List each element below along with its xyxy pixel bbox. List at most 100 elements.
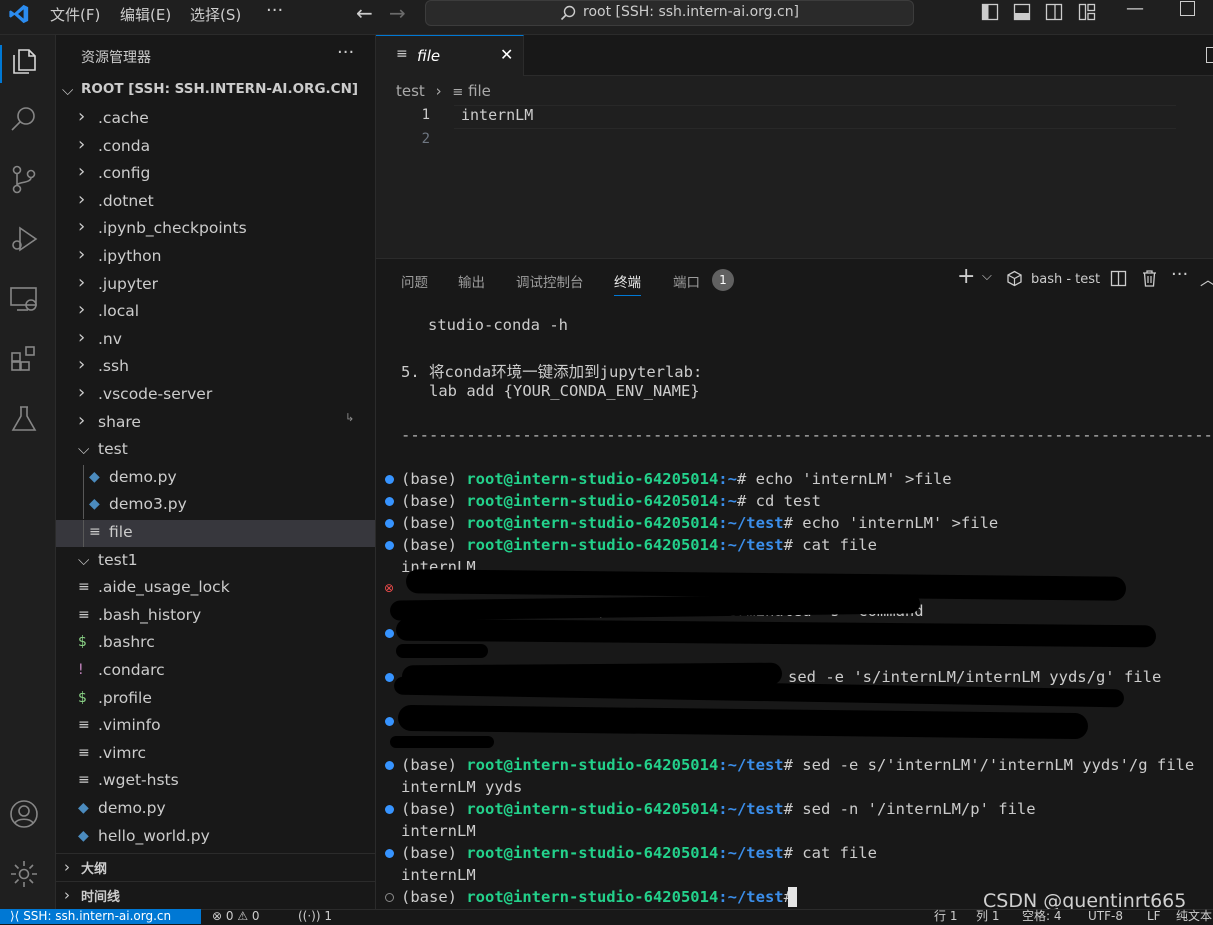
maximize-window-icon[interactable] [1180,1,1195,16]
symlink-arrow-icon: ↳ [345,411,355,424]
panel-tab-problems[interactable]: 问题 [401,271,428,291]
tree-folder-dotnet[interactable]: › .dotnet [56,189,375,216]
menu-edit[interactable]: 编辑(E) [120,4,171,25]
terminal[interactable]: studio-conda -h 5. 将conda环境一键添加到jupyterl… [376,298,1213,909]
text-file-icon: ≡ [78,717,90,734]
code-line[interactable]: internLM [461,106,533,124]
tree-file-hello_world-py[interactable]: ◆ hello_world.py [56,824,375,851]
close-tab-icon[interactable]: ✕ [500,45,513,64]
terminal-separator: ----------------------------------------… [401,426,1213,444]
language-status[interactable]: 纯文本 [1176,909,1212,924]
minimize-window-icon[interactable]: — [1126,0,1144,19]
panel-tab-debug-console[interactable]: 调试控制台 [516,271,584,291]
tab-file[interactable]: ≡ file ✕ [376,35,524,76]
trash-icon[interactable] [1141,269,1158,287]
terminal-name[interactable]: bash - test [1031,272,1100,287]
ports-status[interactable]: ((·)) 1 [298,909,332,924]
tree-folder-jupyter[interactable]: › .jupyter [56,272,375,299]
indentation-status[interactable]: 空格: 4 [1022,909,1062,924]
tree-folder-ipython[interactable]: › .ipython [56,244,375,271]
tree-file-wget-hsts[interactable]: ≡ .wget-hsts [56,768,375,795]
breadcrumb-file[interactable]: file [468,82,491,100]
panel-tab-output[interactable]: 输出 [458,271,485,291]
tree-folder-test1[interactable]: ⌵ test1 [56,548,375,575]
python-file-icon: ◆ [89,496,100,513]
text-file-icon: ≡ [78,744,90,761]
toggle-secondary-sidebar-icon[interactable] [1045,3,1063,21]
run-debug-icon[interactable] [8,223,46,261]
search-activity-icon[interactable] [8,103,46,141]
accounts-icon[interactable] [8,798,46,836]
command-center-search[interactable]: root [SSH: ssh.intern-ai.org.cn] [425,0,914,26]
tree-folder-vscode-server[interactable]: › .vscode-server [56,382,375,409]
tree-file-demo-py[interactable]: ◆ demo.py [56,464,375,492]
tree-item-label: demo3.py [109,495,187,514]
customize-layout-icon[interactable] [1078,3,1096,21]
tree-item-label: .nv [98,329,122,348]
panel-tab-terminal[interactable]: 终端 [614,271,641,296]
new-terminal-plus-icon[interactable]: + [957,264,975,289]
chevron-down-icon: ⌵ [62,81,74,99]
tree-file-vimrc[interactable]: ≡ .vimrc [56,741,375,768]
terminal-redacted-text: sed -e 's/internLM/internLM yyds/g' file [788,668,1162,686]
tree-folder-cache[interactable]: › .cache [56,106,375,133]
shell-file-icon: $ [78,634,87,651]
tree-folder-local[interactable]: › .local [56,299,375,326]
extensions-icon[interactable] [8,343,46,381]
split-editor-icon[interactable] [1206,47,1213,63]
explorer-icon[interactable] [8,45,46,83]
tree-file-bashrc[interactable]: $ .bashrc [56,630,375,657]
timeline-section[interactable]: › 时间线 [56,883,375,910]
chevron-down-icon[interactable]: ⌵ [982,269,992,284]
tree-file-profile[interactable]: $ .profile [56,686,375,713]
command-success-dot [385,761,394,770]
explorer-more-button[interactable]: ··· [337,42,354,63]
tree-file-demo-py[interactable]: ◆ demo.py [56,796,375,823]
tree-folder-nv[interactable]: › .nv [56,327,375,354]
tree-file-demo3-py[interactable]: ◆ demo3.py [56,492,375,520]
forward-arrow-icon[interactable]: → [389,1,406,25]
remote-indicator[interactable]: ⟩⟨ SSH: ssh.intern-ai.org.cn [0,909,201,924]
command-success-dot [385,849,394,858]
cursor-line-status[interactable]: 行 1 [934,909,957,924]
back-arrow-icon[interactable]: ← [356,1,373,25]
manage-gear-icon[interactable] [8,858,46,896]
remote-explorer-icon[interactable] [8,283,46,321]
encoding-status[interactable]: UTF-8 [1088,909,1123,924]
panel-tab-ports[interactable]: 端口 [673,271,700,291]
toggle-primary-sidebar-icon[interactable] [981,3,999,21]
tree-folder-conda[interactable]: › .conda [56,134,375,161]
tree-folder-config[interactable]: › .config [56,161,375,188]
indent-guide [83,464,84,492]
tree-folder-ipynb_checkpoints[interactable]: › .ipynb_checkpoints [56,216,375,243]
tree-folder-share[interactable]: › share [56,410,375,437]
tree-file-bash_history[interactable]: ≡ .bash_history [56,603,375,630]
chevron-up-icon[interactable]: ︿ [1200,266,1213,290]
explorer-root[interactable]: ⌵ ROOT [SSH: SSH.INTERN-AI.ORG.CN] [56,78,375,105]
command-success-dot [385,629,394,638]
menu-more[interactable]: ··· [266,0,283,21]
menu-file[interactable]: 文件(F) [50,4,100,25]
text-file-icon: ≡ [452,85,464,100]
testing-flask-icon[interactable] [8,403,46,441]
tree-folder-ssh[interactable]: › .ssh [56,354,375,381]
eol-status[interactable]: LF [1147,909,1161,924]
menu-selection[interactable]: 选择(S) [190,4,241,25]
source-control-icon[interactable] [8,163,46,201]
split-terminal-icon[interactable] [1110,270,1127,287]
outline-section[interactable]: › 大纲 [56,855,375,882]
tree-folder-test[interactable]: ⌵ test [56,437,375,464]
tree-file-file[interactable]: ≡ file [56,520,375,547]
tree-file-viminfo[interactable]: ≡ .viminfo [56,713,375,740]
tree-file-aide_usage_lock[interactable]: ≡ .aide_usage_lock [56,575,375,602]
problems-status[interactable]: ⊗ 0 ⚠ 0 [212,909,260,924]
terminal-output-line: internLM yyds [401,778,523,796]
terminal-profile-icon [1007,270,1022,287]
breadcrumb-folder[interactable]: test [396,82,425,100]
text-file-icon: ≡ [78,772,90,789]
more-actions-icon[interactable]: ··· [1171,264,1188,285]
text-file-icon: ≡ [78,606,90,623]
cursor-col-status[interactable]: 列 1 [976,909,999,924]
toggle-panel-icon[interactable] [1013,3,1031,21]
tree-file-condarc[interactable]: ! .condarc [56,658,375,685]
